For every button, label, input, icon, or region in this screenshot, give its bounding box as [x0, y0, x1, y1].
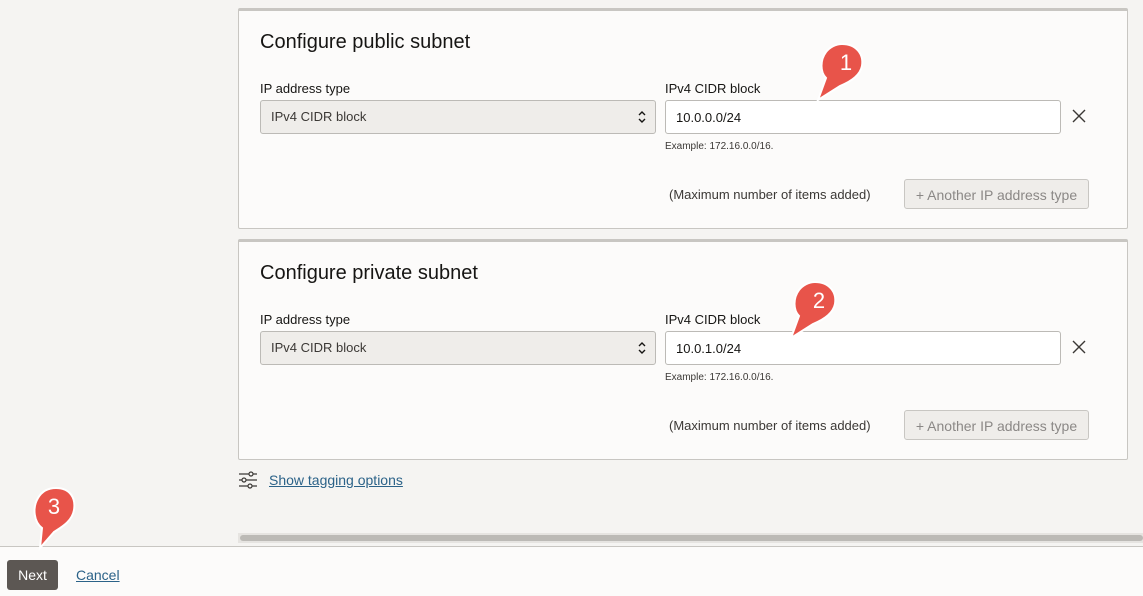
- close-icon[interactable]: [1071, 339, 1087, 355]
- private-subnet-card: Configure private subnet IP address type…: [238, 239, 1128, 460]
- callout-number: 1: [839, 50, 853, 75]
- private-ip-type-value: IPv4 CIDR block: [271, 340, 367, 355]
- callout-marker: 2: [789, 280, 841, 346]
- private-cidr-example: Example: 172.16.0.0/16.: [665, 372, 774, 383]
- public-ip-type-value: IPv4 CIDR block: [271, 109, 367, 124]
- close-icon[interactable]: [1071, 108, 1087, 124]
- private-another-ip-type-button[interactable]: + Another IP address type: [904, 410, 1089, 440]
- private-ip-type-select[interactable]: IPv4 CIDR block: [260, 331, 656, 365]
- tagging-options-row: Show tagging options: [238, 470, 403, 490]
- callout-marker: 1: [816, 42, 868, 108]
- public-cidr-label: IPv4 CIDR block: [665, 81, 761, 96]
- cancel-link[interactable]: Cancel: [76, 567, 120, 583]
- page: Configure public subnet IP address type …: [0, 0, 1143, 596]
- horizontal-scrollbar[interactable]: [238, 533, 1143, 543]
- public-subnet-card: Configure public subnet IP address type …: [238, 8, 1128, 229]
- footer-bar: Next Cancel: [0, 546, 1143, 596]
- public-cidr-example: Example: 172.16.0.0/16.: [665, 141, 774, 152]
- public-ip-type-label: IP address type: [260, 81, 351, 96]
- public-another-ip-type-button[interactable]: + Another IP address type: [904, 179, 1089, 209]
- show-tagging-options-link[interactable]: Show tagging options: [269, 472, 403, 488]
- private-subnet-title: Configure private subnet: [260, 262, 478, 284]
- next-button[interactable]: Next: [7, 560, 58, 590]
- chevron-up-down-icon: [638, 111, 646, 123]
- public-max-note: (Maximum number of items added): [669, 187, 871, 202]
- chevron-up-down-icon: [638, 342, 646, 354]
- public-ip-type-select[interactable]: IPv4 CIDR block: [260, 100, 656, 134]
- public-subnet-title: Configure public subnet: [260, 31, 471, 53]
- sliders-icon: [239, 471, 257, 489]
- callout-marker: 3: [30, 486, 82, 552]
- callout-number: 2: [812, 288, 826, 313]
- private-cidr-label: IPv4 CIDR block: [665, 312, 761, 327]
- callout-number: 3: [47, 494, 61, 519]
- private-ip-type-label: IP address type: [260, 312, 351, 327]
- private-max-note: (Maximum number of items added): [669, 418, 871, 433]
- private-cidr-input[interactable]: [665, 331, 1061, 365]
- scrollbar-thumb[interactable]: [240, 535, 1143, 541]
